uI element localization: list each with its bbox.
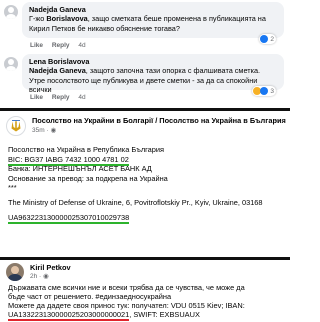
reaction-count: 3 — [270, 87, 274, 95]
highlighted-iban: UA133223130000025203000000021 — [8, 310, 130, 321]
highlighted-iban: UA963223130000025307010029738 — [8, 212, 130, 224]
post-body: Държавата сме всички ние и всеки трябва … — [8, 283, 284, 321]
comment-text-part: Г-жо — [29, 14, 47, 23]
comment-timestamp[interactable]: 4d — [78, 94, 85, 101]
comments-section: Nadejda Ganeva Г-жо Borislavova, защо см… — [0, 0, 290, 108]
post-meta: 2h · ◉ — [30, 272, 49, 280]
globe-icon: · ◉ — [39, 273, 49, 280]
reply-button[interactable]: Reply — [52, 42, 70, 49]
avatar[interactable] — [6, 263, 24, 281]
comment-actions: Like Reply 4d — [30, 42, 93, 49]
post-timestamp[interactable]: 2h — [30, 273, 37, 280]
reaction-count: 2 — [270, 35, 274, 43]
comment-text: Nadejda Ganeva, защото започна тази опор… — [29, 66, 277, 95]
more-options-icon[interactable]: ··· — [274, 115, 286, 126]
like-reaction-icon — [260, 35, 269, 43]
embassy-post: Посолство на Украйни в Болгарії / Посолс… — [0, 111, 290, 257]
trident-icon — [11, 120, 21, 132]
post-author[interactable]: Kiril Petkov — [30, 263, 71, 272]
post-line: Можете да дадете своя принос тук: получа… — [8, 301, 245, 310]
post-line: Банка: ИНТЕРНЕШЪНЪЛ АСЕТ БАНК АД — [8, 164, 152, 174]
comment-author[interactable]: Lena Borislavova — [29, 57, 277, 66]
avatar[interactable] — [4, 5, 18, 19]
comment-bubble: Nadejda Ganeva Г-жо Borislavova, защо см… — [22, 2, 284, 38]
post-line: Основание за превод: за подкрепа на Укра… — [8, 173, 168, 183]
globe-icon: · ◉ — [46, 127, 57, 134]
comment-text: Г-жо Borislavova, защо сметката беше про… — [29, 14, 277, 33]
petkov-post: Kiril Petkov 2h · ◉ Държавата сме всички… — [0, 260, 290, 322]
mention-link[interactable]: Borislavova — [46, 14, 87, 23]
post-meta: 35m · ◉ — [32, 126, 56, 134]
post-line: *** — [8, 183, 17, 193]
mention-link[interactable]: Nadejda Ganeva — [29, 66, 86, 75]
avatar[interactable] — [4, 57, 18, 71]
reply-button[interactable]: Reply — [52, 94, 70, 101]
post-line: BIC: BG37 IABG 7432 1000 4781 02 — [8, 154, 284, 166]
post-line: UA963223130000025307010029738 — [8, 212, 284, 224]
reaction-summary[interactable]: 3 — [252, 86, 276, 96]
comment-author[interactable]: Nadejda Ganeva — [29, 5, 277, 14]
post-line: The Ministry of Defense of Ukraine, 6, P… — [8, 197, 263, 207]
post-line: Държавата сме всички ние и всеки трябва … — [8, 283, 245, 292]
comment-bubble: Lena Borislavova Nadejda Ganeva, защото … — [22, 54, 284, 94]
post-author[interactable]: Посолство на Украйни в Болгарії / Посолс… — [32, 116, 286, 125]
post-line: Посолство на Украйна в Република Българи… — [8, 145, 165, 154]
post-line: бъде част от решението. #единзаедносукра… — [8, 292, 172, 301]
like-reaction-icon — [260, 87, 269, 95]
comment-actions: Like Reply 4d — [30, 94, 93, 101]
like-button[interactable]: Like — [30, 42, 43, 49]
reaction-summary[interactable]: 2 — [259, 34, 276, 44]
post-timestamp[interactable]: 35m — [32, 127, 45, 134]
comment-timestamp[interactable]: 4d — [78, 42, 85, 49]
like-button[interactable]: Like — [30, 94, 43, 101]
post-line: UA133223130000025203000000021, SWIFT: EX… — [8, 310, 284, 321]
post-body: Посолство на Украйна в Република Българи… — [8, 145, 284, 224]
swift-text: , SWIFT: EXBSUAUX — [129, 310, 200, 319]
page-avatar[interactable] — [6, 116, 26, 136]
